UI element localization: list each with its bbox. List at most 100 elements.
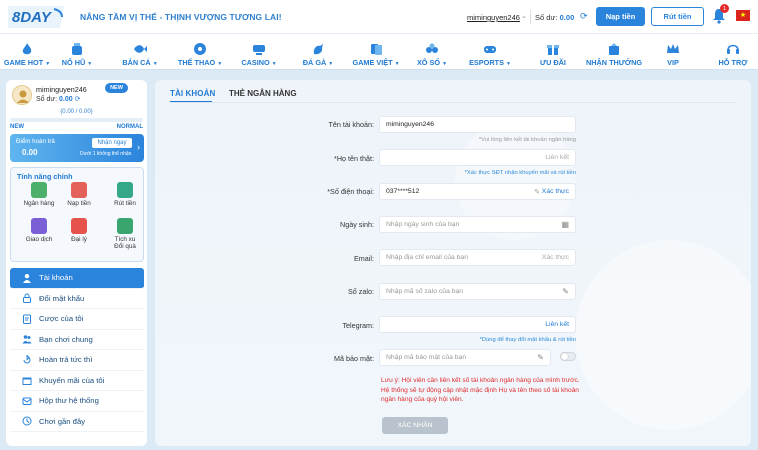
telegram-hint: *Dùng để thay đổi mật khẩu & rút tiền — [479, 337, 576, 343]
balance-label: Số dư: — [535, 13, 558, 22]
caret-down-icon: ▼ — [442, 61, 448, 67]
features-title: Tính năng chính — [17, 172, 73, 181]
claim-refund-button[interactable]: Nhận ngay — [92, 138, 132, 148]
email-verify-action[interactable]: Xác thực — [542, 254, 569, 261]
main-features: Tính năng chính Ngân hàng Nạp tiền Rút tiề… — [10, 167, 144, 262]
refund-card: Điểm hoàn trả 0.00 Nhận ngay Dưới 1 khôn… — [10, 134, 144, 162]
nav-item-label: NHẬN THƯỞNG — [586, 58, 642, 67]
tab-account[interactable]: TÀI KHOẢN — [170, 89, 215, 98]
bank-icon — [31, 182, 47, 198]
sidebar-balance-value: 0.00 — [58, 96, 73, 103]
menu-item-mailbox[interactable]: Hộp thư hệ thống — [10, 391, 144, 412]
nav-item-label: VIP — [667, 58, 679, 67]
nav-item-9[interactable]: ƯU ĐÃI — [518, 34, 588, 70]
caret-down-icon: ▼ — [217, 61, 223, 67]
verify-icon: ✎ — [534, 188, 540, 196]
phone-verify-action[interactable]: ✎ Xác thực — [534, 188, 569, 196]
caret-down-icon: ▼ — [505, 61, 511, 67]
feature-bank[interactable]: Ngân hàng — [17, 182, 61, 207]
email-placeholder: Nhập địa chỉ email của bạn — [386, 254, 468, 261]
nav-item-label: BẮN CÁ ▼ — [122, 58, 157, 67]
menu-item-friends[interactable]: Bạn chơi chung — [10, 330, 144, 350]
menu-item-label: Tài khoản — [39, 273, 73, 283]
brand-logo[interactable]: 8DAY — [6, 3, 68, 31]
feature-withdraw[interactable]: Rút tiền — [103, 182, 147, 207]
birthday-field[interactable]: Nhập ngày sinh của bạn ▦ — [379, 216, 576, 233]
feature-deposit[interactable]: Nạp tiền — [57, 182, 101, 207]
header-username[interactable]: miminguyen246 — [467, 13, 520, 22]
vietnam-flag-icon[interactable]: ★ — [736, 10, 750, 21]
feature-coin-gift[interactable]: Tích xu Đổi quà — [103, 218, 147, 250]
chevron-right-icon[interactable]: › — [137, 142, 140, 152]
account-panel: TÀI KHOẢN THẺ NGÂN HÀNG Tên tài khoản: m… — [155, 80, 751, 446]
refund-title: Điểm hoàn trả — [16, 138, 55, 145]
email-field[interactable]: Nhập địa chỉ email của bạn Xác thực — [379, 249, 576, 266]
security-code-toggle[interactable] — [560, 352, 576, 361]
security-code-field[interactable]: Nhập mã bảo mật của bạn ✎ — [379, 349, 551, 366]
zalo-field[interactable]: Nhập mã số zalo của bạn ✎ — [379, 283, 576, 300]
caret-down-icon: ▼ — [271, 61, 277, 67]
security-code-placeholder: Nhập mã bảo mật của bạn — [386, 354, 467, 361]
confirm-button[interactable]: XÁC NHẬN — [382, 417, 448, 434]
nav-label-text: NHẬN THƯỞNG — [585, 58, 643, 67]
menu-item-bet-slip[interactable]: Cược của tôi — [10, 309, 144, 330]
nav-item-8[interactable]: ESPORTS ▼ — [455, 34, 525, 70]
fullname-field[interactable]: Liên kết — [379, 149, 576, 166]
feature-label: Tích xu Đổi quà — [114, 236, 136, 251]
lock-icon — [23, 293, 31, 304]
sidebar-balance: Số dư: 0.00 ⟳ — [36, 95, 80, 103]
telegram-link-action[interactable]: Liên kết — [545, 321, 569, 328]
nav-item-12[interactable]: HỖ TRỢ — [698, 34, 758, 70]
main-nav: GAME HOT ▼ NỔ HŨ ▼ BẮN CÁ ▼ THỂ THAO ▼ CASIN… — [0, 34, 758, 70]
menu-item-label: Khuyến mãi của tôi — [39, 375, 105, 385]
security-code-label: Mã bảo mật: — [334, 354, 374, 363]
edit-icon[interactable]: ✎ — [537, 353, 544, 362]
transaction-icon — [31, 218, 47, 234]
support-icon — [727, 44, 739, 54]
tab-divider — [170, 102, 736, 103]
nav-label-text: ƯU ĐÃI — [540, 58, 566, 67]
flame-icon — [22, 43, 32, 55]
feature-agent[interactable]: Đại lý — [57, 218, 101, 243]
menu-item-lock[interactable]: Đổi mật khẩu — [10, 289, 144, 309]
history-icon — [22, 416, 32, 426]
withdraw-button[interactable]: Rút tiền — [651, 7, 704, 26]
friends-icon — [22, 335, 32, 344]
deposit-button[interactable]: Nạp tiền — [596, 7, 645, 26]
nav-item-label: ESPORTS ▼ — [469, 58, 511, 67]
telegram-field[interactable]: Liên kết — [379, 316, 576, 333]
nav-item-label: ƯU ĐÃI — [540, 58, 566, 67]
feature-transaction[interactable]: Giao dịch — [17, 218, 61, 243]
edit-icon[interactable]: ✎ — [562, 287, 569, 296]
menu-item-user[interactable]: Tài khoản — [10, 268, 144, 289]
account-menu: Tài khoản Đổi mật khẩu Cược của tôi Bạn chơ… — [10, 268, 144, 432]
phone-field[interactable]: 037****512 ✎ Xác thực — [379, 183, 576, 200]
nav-item-label: CASINO ▼ — [241, 58, 276, 67]
refresh-icon[interactable]: ⟳ — [580, 11, 588, 22]
nav-item-label: HỖ TRỢ — [719, 58, 748, 67]
caret-down-icon: ▼ — [152, 61, 158, 67]
rooster-icon — [313, 44, 323, 55]
nav-label-text: BẮN CÁ — [122, 58, 151, 67]
menu-item-instant-refund[interactable]: Hoàn trả tức thì — [10, 350, 144, 371]
nav-label-text: HỖ TRỢ — [718, 58, 748, 67]
slot-jar-icon — [72, 43, 82, 55]
nav-item-label: THỂ THAO ▼ — [178, 58, 222, 67]
menu-item-promotion[interactable]: Khuyến mãi của tôi — [10, 371, 144, 391]
user-icon — [23, 273, 31, 283]
nav-item-label: XỔ SỐ ▼ — [417, 58, 447, 67]
tab-bank-card[interactable]: THẺ NGÂN HÀNG — [229, 89, 297, 98]
refresh-icon[interactable]: ⟳ — [75, 96, 81, 103]
nav-item-1[interactable]: NỔ HŨ ▼ — [42, 34, 112, 70]
telegram-label: Telegram: — [342, 321, 374, 330]
menu-item-label: Bạn chơi chung — [39, 334, 93, 344]
fullname-link-action[interactable]: Liên kết — [545, 154, 569, 161]
menu-item-label: Đổi mật khẩu — [39, 293, 85, 303]
menu-item-history[interactable]: Chơi gần đây — [10, 412, 144, 432]
calendar-icon[interactable]: ▦ — [561, 220, 569, 229]
zalo-placeholder: Nhập mã số zalo của bạn — [386, 288, 464, 295]
chevron-down-icon[interactable]: ⌄ — [521, 12, 527, 20]
reward-icon — [609, 43, 619, 55]
level-next: NORMAL — [116, 124, 143, 130]
sidebar-balance-label: Số dư: — [36, 96, 58, 103]
